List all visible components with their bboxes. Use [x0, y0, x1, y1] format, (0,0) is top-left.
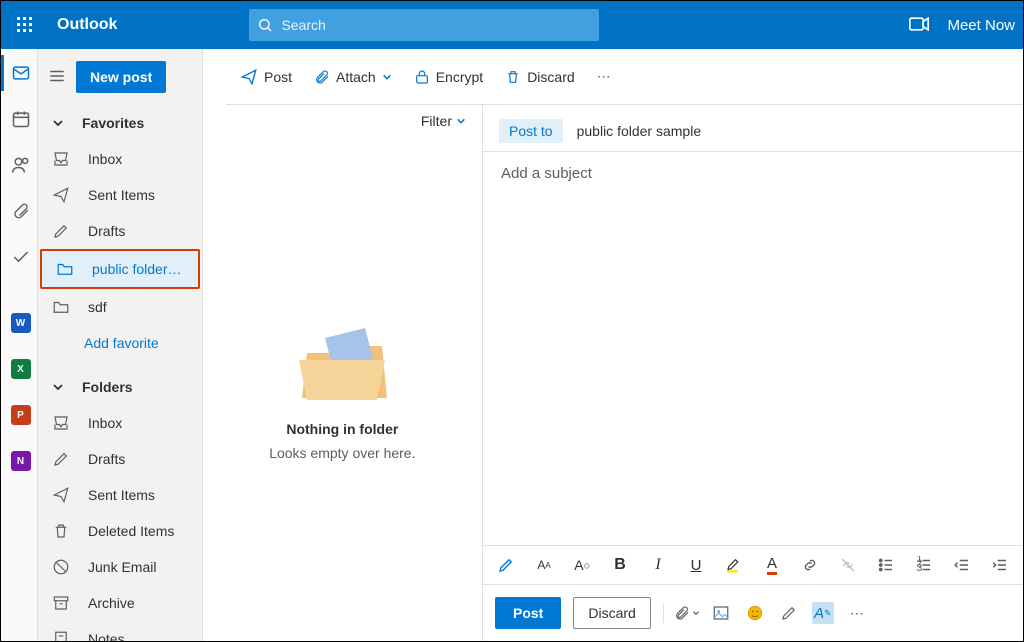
- format-toolbar: AA A◇ B I U A 123: [483, 545, 1023, 585]
- nav-collapse-button[interactable]: [48, 67, 66, 88]
- folder-sent-items[interactable]: Sent Items: [38, 477, 202, 513]
- bold-button[interactable]: B: [609, 554, 631, 576]
- junk-icon: [52, 558, 70, 576]
- link-button[interactable]: [799, 554, 821, 576]
- outdent-button[interactable]: [951, 554, 973, 576]
- format-toggle-button[interactable]: A✎: [812, 602, 834, 624]
- app-launcher-button[interactable]: [9, 9, 41, 41]
- favorites-section-toggle[interactable]: Favorites: [38, 105, 202, 141]
- cmd-post-button[interactable]: Post: [240, 68, 292, 86]
- rail-word-tile[interactable]: W: [1, 305, 37, 341]
- compose-action-bar: Post Discard A✎ ⋯: [483, 585, 1023, 641]
- folder-deleted-items[interactable]: Deleted Items: [38, 513, 202, 549]
- attach-dropdown-button[interactable]: [676, 602, 698, 624]
- fav-drafts[interactable]: Drafts: [38, 213, 202, 249]
- post-to-value: public folder sample: [577, 123, 702, 139]
- subject-input[interactable]: [499, 164, 1007, 183]
- font-style-button[interactable]: A◇: [571, 554, 593, 576]
- post-to-label[interactable]: Post to: [499, 119, 563, 143]
- font-size-button[interactable]: AA: [533, 554, 555, 576]
- rail-people-button[interactable]: [1, 147, 37, 183]
- chevron-down-icon: [382, 72, 392, 82]
- rail-files-button[interactable]: [1, 193, 37, 229]
- folder-drafts[interactable]: Drafts: [38, 441, 202, 477]
- folder-junk-email[interactable]: Junk Email: [38, 549, 202, 585]
- indent-button[interactable]: [989, 554, 1011, 576]
- inbox-icon: [52, 414, 70, 432]
- underline-button[interactable]: U: [685, 554, 707, 576]
- highlight-button[interactable]: [723, 554, 745, 576]
- cmd-encrypt-button[interactable]: Encrypt: [414, 68, 483, 86]
- app-title: Outlook: [57, 16, 117, 34]
- highlight-annotation: public folder sa...: [40, 249, 200, 289]
- app-header: Outlook Meet Now: [1, 1, 1023, 49]
- compose-header: Post to public folder sample: [483, 105, 1023, 152]
- rail-excel-tile[interactable]: X: [1, 351, 37, 387]
- unlink-button[interactable]: [837, 554, 859, 576]
- chevron-down-icon: [52, 117, 64, 129]
- divider: [663, 603, 664, 623]
- search-box[interactable]: [249, 9, 599, 41]
- sent-icon: [52, 486, 70, 504]
- folder-notes[interactable]: Notes: [38, 621, 202, 641]
- new-post-button[interactable]: New post: [76, 61, 166, 93]
- empty-subtitle: Looks empty over here.: [269, 445, 415, 461]
- folder-archive[interactable]: Archive: [38, 585, 202, 621]
- folders-section-toggle[interactable]: Folders: [38, 369, 202, 405]
- folder-inbox[interactable]: Inbox: [38, 405, 202, 441]
- cmd-attach-button[interactable]: Attach: [314, 68, 392, 86]
- folder-icon: [56, 260, 74, 278]
- discard-button[interactable]: Discard: [573, 597, 650, 629]
- rail-calendar-button[interactable]: [1, 101, 37, 137]
- fav-inbox[interactable]: Inbox: [38, 141, 202, 177]
- emoji-button[interactable]: [744, 602, 766, 624]
- empty-folder-icon: [287, 318, 397, 413]
- rail-ppt-tile[interactable]: P: [1, 397, 37, 433]
- number-list-button[interactable]: 123: [913, 554, 935, 576]
- insert-image-button[interactable]: [710, 602, 732, 624]
- message-list-pane: Filter Nothing in folder Looks empty ove…: [203, 49, 483, 641]
- meet-now-camera-icon[interactable]: [909, 17, 929, 34]
- draft-icon: [52, 222, 70, 240]
- fav-sdf[interactable]: sdf: [38, 289, 202, 325]
- empty-title: Nothing in folder: [286, 421, 398, 437]
- notes-icon: [52, 630, 70, 641]
- meet-now-button[interactable]: Meet Now: [947, 17, 1015, 34]
- post-button[interactable]: Post: [495, 597, 561, 629]
- signature-button[interactable]: [778, 602, 800, 624]
- trash-icon: [52, 522, 70, 540]
- chevron-down-icon: [456, 116, 466, 126]
- italic-button[interactable]: I: [647, 554, 669, 576]
- format-paintbrush-icon[interactable]: [495, 554, 517, 576]
- fav-public-folder-sample[interactable]: public folder sa...: [42, 251, 198, 287]
- add-favorite-link[interactable]: Add favorite: [38, 325, 202, 361]
- compose-pane: Post to public folder sample AA A◇ B I U…: [483, 49, 1023, 641]
- bullet-list-button[interactable]: [875, 554, 897, 576]
- svg-text:3: 3: [917, 562, 923, 574]
- rail-onenote-tile[interactable]: N: [1, 443, 37, 479]
- empty-state: Nothing in folder Looks empty over here.: [203, 137, 482, 641]
- rail-mail-button[interactable]: [1, 55, 37, 91]
- fav-sent-items[interactable]: Sent Items: [38, 177, 202, 213]
- filter-button[interactable]: Filter: [421, 113, 466, 129]
- sent-icon: [52, 186, 70, 204]
- folder-icon: [52, 298, 70, 316]
- draft-icon: [52, 450, 70, 468]
- archive-icon: [52, 594, 70, 612]
- folder-nav: New post Favorites Inbox Sent Items Draf…: [38, 49, 203, 641]
- rail-todo-button[interactable]: [1, 239, 37, 275]
- app-rail: W X P N: [1, 49, 38, 641]
- compose-body[interactable]: [483, 195, 1023, 545]
- search-input[interactable]: [273, 16, 591, 34]
- chevron-down-icon: [52, 381, 64, 393]
- more-options-button[interactable]: ⋯: [846, 602, 868, 624]
- inbox-icon: [52, 150, 70, 168]
- font-color-button[interactable]: A: [761, 554, 783, 576]
